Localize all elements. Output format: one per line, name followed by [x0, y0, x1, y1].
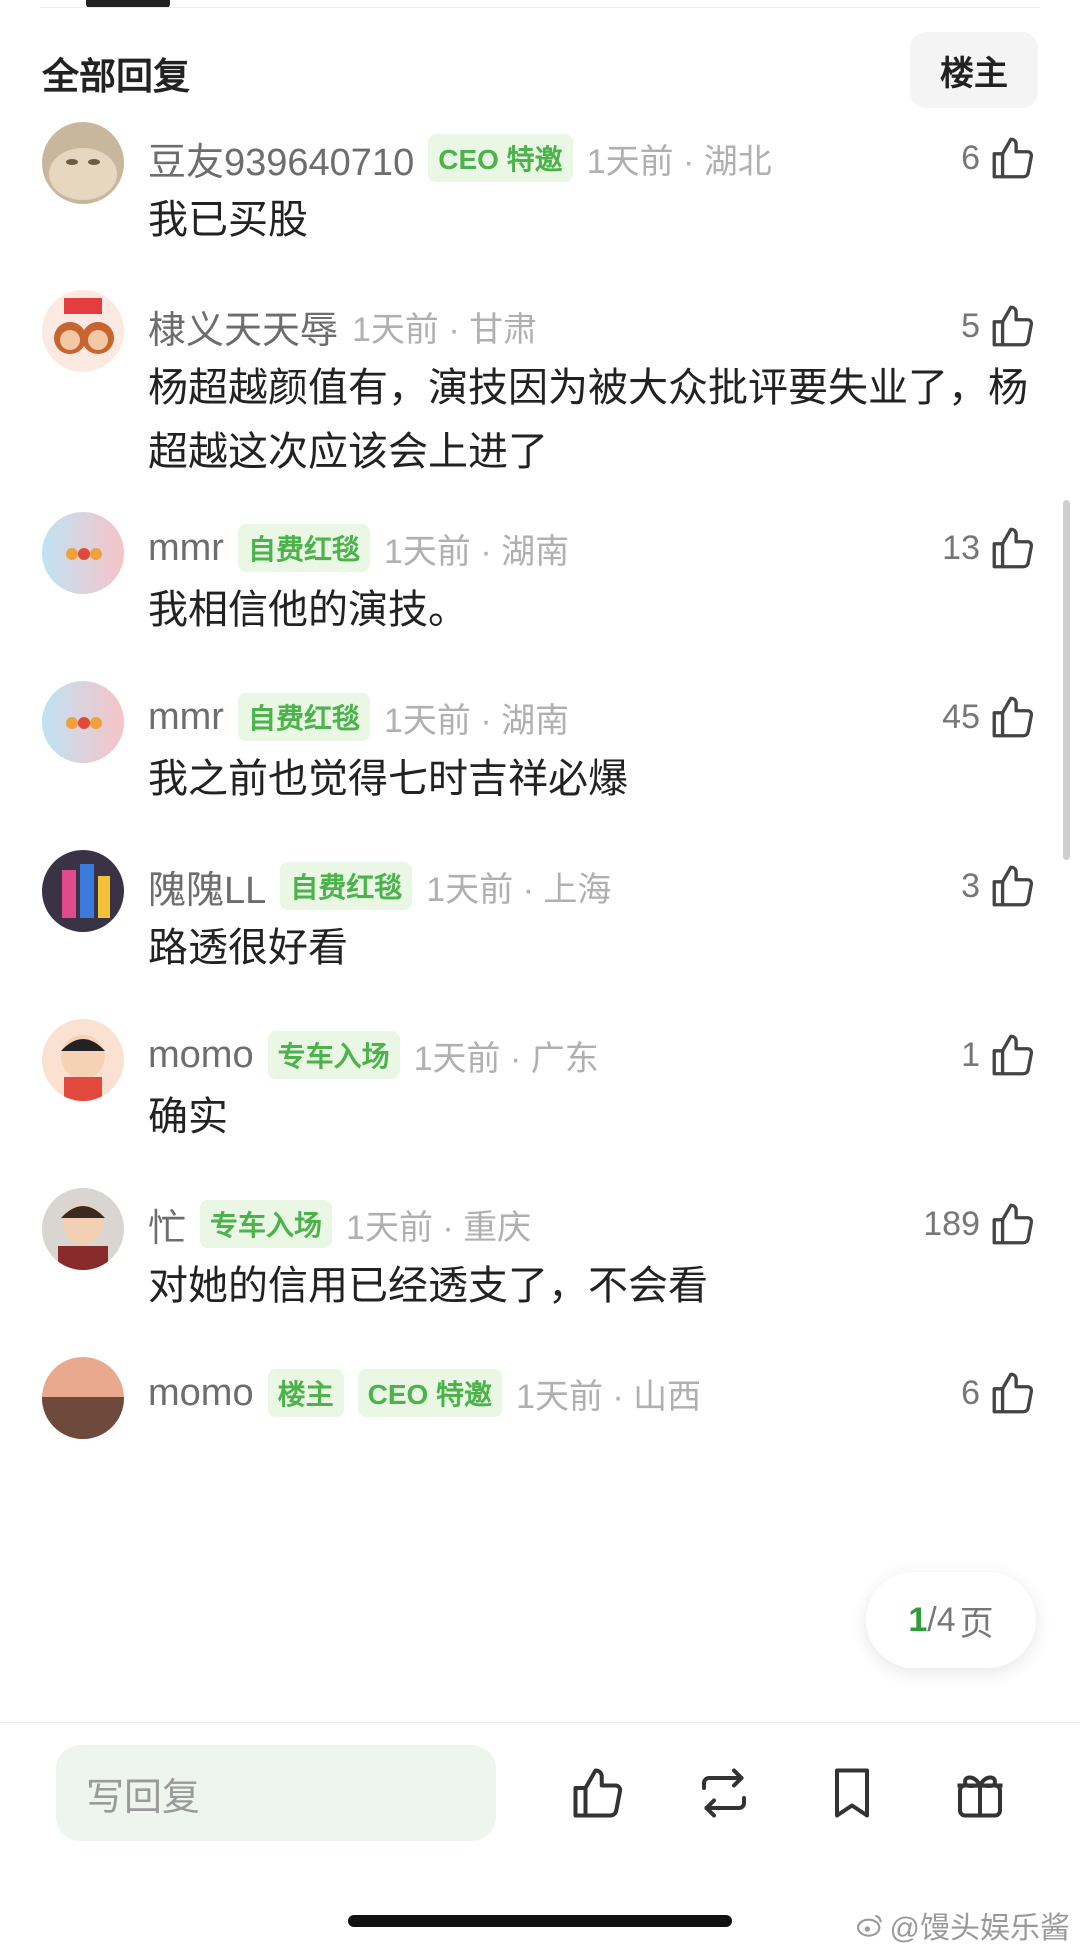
like-button[interactable]: 5	[961, 296, 1038, 356]
username[interactable]: 忙	[148, 1197, 186, 1252]
like-count: 45	[942, 697, 980, 736]
like-button[interactable]: 6	[961, 1363, 1038, 1423]
home-indicator	[348, 1915, 732, 1927]
comment-item: 棣义天天辱 1天前 · 甘肃 5 杨超越颜值有，演技因为被大众批评要失业了，杨超…	[0, 290, 1080, 490]
avatar[interactable]	[42, 1019, 124, 1101]
comment-text: 我相信他的演技。	[148, 588, 468, 632]
like-count: 5	[961, 306, 980, 345]
timestamp-location: 1天前 · 甘肃	[352, 310, 538, 349]
user-badge: 楼主	[267, 1369, 344, 1417]
timestamp-location: 1天前 · 湖北	[586, 142, 772, 181]
like-count: 3	[961, 866, 980, 905]
like-button[interactable]: 1	[961, 1025, 1038, 1085]
thumbs-up-icon	[992, 1372, 1034, 1414]
timestamp-location: 1天前 · 广东	[413, 1039, 599, 1078]
current-page: 1	[908, 1600, 928, 1639]
thumbs-up-icon	[992, 696, 1034, 738]
thumbs-up-icon	[992, 527, 1034, 569]
user-badge: 自费红毯	[237, 524, 370, 572]
user-badge: 自费红毯	[237, 693, 370, 741]
section-title: 全部回复	[42, 56, 190, 97]
user-badge: CEO 特邀	[428, 134, 573, 182]
username[interactable]: 棣义天天辱	[148, 299, 338, 354]
page-indicator[interactable]: 1/4 页	[866, 1572, 1036, 1668]
username[interactable]: mmr	[148, 696, 224, 739]
like-count: 1	[961, 1035, 980, 1074]
top-divider	[40, 7, 1040, 8]
username[interactable]: momo	[148, 1372, 254, 1415]
gift-icon[interactable]	[950, 1763, 1010, 1823]
thumbs-up-icon[interactable]	[568, 1763, 628, 1823]
weibo-icon	[856, 1914, 882, 1937]
like-button[interactable]: 189	[923, 1194, 1038, 1254]
timestamp-location: 1天前 · 山西	[516, 1377, 702, 1416]
user-badge: 自费红毯	[280, 862, 413, 910]
timestamp-location: 1天前 · 湖南	[383, 701, 570, 740]
like-button[interactable]: 3	[961, 856, 1038, 916]
thumbs-up-icon	[992, 137, 1034, 179]
user-badge: 专车入场	[267, 1031, 400, 1079]
scrollbar[interactable]	[1063, 500, 1070, 860]
bottom-action-bar: 写回复 @馒头娱乐酱	[0, 1722, 1080, 1954]
user-badge: CEO 特邀	[357, 1369, 503, 1417]
avatar[interactable]	[42, 681, 124, 763]
avatar[interactable]	[42, 1188, 124, 1270]
like-button[interactable]: 6	[961, 128, 1038, 188]
timestamp-location: 1天前 · 湖南	[383, 532, 570, 571]
avatar[interactable]	[42, 1357, 124, 1439]
comment-text: 路透很好看	[148, 926, 348, 970]
comment-text: 我已买股	[148, 198, 308, 242]
like-count: 189	[923, 1204, 980, 1243]
username[interactable]: 豆友939640710	[148, 131, 414, 186]
thumbs-up-icon	[992, 865, 1034, 907]
avatar[interactable]	[42, 512, 124, 594]
like-count: 13	[942, 528, 980, 567]
username[interactable]: mmr	[148, 527, 224, 570]
owner-only-filter-button[interactable]: 楼主	[910, 32, 1038, 108]
repost-icon[interactable]	[694, 1763, 754, 1823]
timestamp-location: 1天前 · 重庆	[346, 1208, 532, 1247]
thumbs-up-icon	[992, 1203, 1034, 1245]
comment-text: 杨超越颜值有，演技因为被大众批评要失业了，杨超越这次应该会上进了	[148, 366, 1028, 474]
thumbs-up-icon	[992, 305, 1034, 347]
watermark-text: @馒头娱乐酱	[889, 1912, 1070, 1945]
reply-input[interactable]: 写回复	[56, 1745, 496, 1841]
thumbs-up-icon	[992, 1034, 1034, 1076]
comment-text: 我之前也觉得七时吉祥必爆	[148, 757, 628, 801]
comment-item: momo 楼主 CEO 特邀 1天前 · 山西 6	[0, 1357, 1080, 1557]
like-count: 6	[961, 1373, 980, 1412]
like-count: 6	[961, 138, 980, 177]
page-unit: 页	[959, 1604, 994, 1643]
like-button[interactable]: 45	[942, 687, 1038, 747]
avatar[interactable]	[42, 850, 124, 932]
username[interactable]: momo	[148, 1034, 254, 1077]
user-badge: 专车入场	[200, 1200, 333, 1248]
comment-text: 对她的信用已经透支了，不会看	[148, 1264, 708, 1308]
watermark: @馒头娱乐酱	[854, 1903, 1070, 1947]
avatar[interactable]	[42, 122, 124, 204]
timestamp-location: 1天前 · 上海	[426, 870, 612, 909]
username[interactable]: 隗隗LL	[148, 859, 266, 914]
comment-text: 确实	[148, 1095, 228, 1139]
avatar[interactable]	[42, 290, 124, 372]
like-button[interactable]: 13	[942, 518, 1038, 578]
total-pages: /4	[927, 1600, 956, 1639]
bookmark-icon[interactable]	[822, 1763, 882, 1823]
